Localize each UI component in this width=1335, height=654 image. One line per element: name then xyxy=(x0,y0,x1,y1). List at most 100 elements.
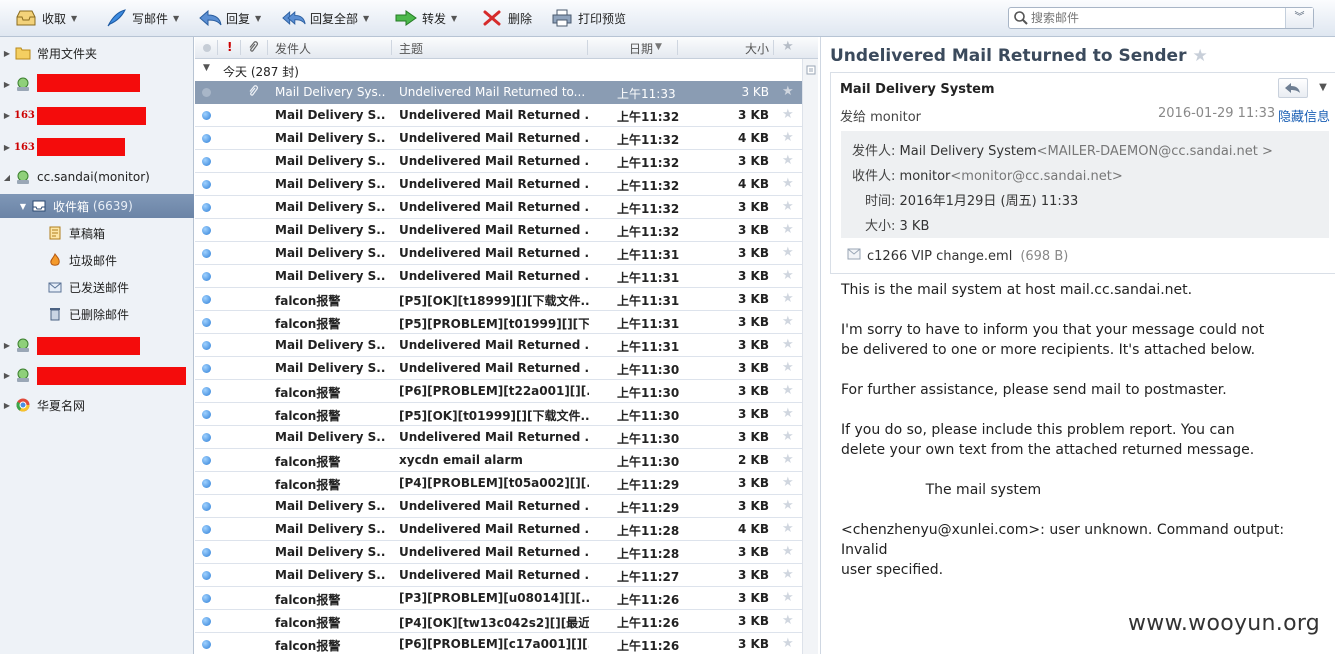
reply-all-button[interactable]: 回复全部 ▼ xyxy=(282,6,369,30)
unread-dot-icon[interactable] xyxy=(202,134,211,143)
message-row[interactable]: falcon报警 [P3][PROBLEM][u08014][][... 上午11:… xyxy=(195,587,802,610)
chevron-down-icon[interactable]: ▼ xyxy=(173,14,179,23)
message-row[interactable]: Mail Delivery S... Undelivered Mail Retur… xyxy=(195,426,802,449)
scroll-grip-icon[interactable] xyxy=(806,64,816,75)
sidebar-item-common-folders[interactable]: ▶ 常用文件夹 xyxy=(0,41,194,65)
receive-button[interactable]: 收取 ▼ xyxy=(14,6,77,30)
star-icon[interactable]: ★ xyxy=(782,337,794,352)
star-icon[interactable]: ★ xyxy=(782,452,794,467)
size-column-header[interactable]: 大小 xyxy=(745,40,769,57)
message-row[interactable]: falcon报警 xycdn email alarm 上午11:30 2 KB ★ xyxy=(195,449,802,472)
unread-dot-icon[interactable] xyxy=(202,433,211,442)
star-icon[interactable]: ★ xyxy=(782,521,794,536)
message-row[interactable]: Mail Delivery S... Undelivered Mail Retur… xyxy=(195,518,802,541)
star-icon[interactable]: ★ xyxy=(782,590,794,605)
star-icon[interactable]: ★ xyxy=(782,245,794,260)
unread-dot-icon[interactable] xyxy=(202,640,211,649)
collapse-arrow-icon[interactable]: ▼ xyxy=(16,202,30,211)
message-row[interactable]: Mail Delivery S... Undelivered Mail Retur… xyxy=(195,495,802,518)
search-options-chevron-icon[interactable]: ︾ xyxy=(1285,8,1313,28)
message-row[interactable]: Mail Delivery S... Undelivered Mail Retur… xyxy=(195,242,802,265)
more-actions-chevron-icon[interactable]: ▼ xyxy=(1311,78,1335,98)
unread-dot-icon[interactable] xyxy=(202,617,211,626)
compose-button[interactable]: 写邮件 ▼ xyxy=(104,6,179,30)
attachment-column-icon[interactable] xyxy=(247,40,259,57)
attachment-name[interactable]: c1266 VIP change.eml xyxy=(867,249,1012,264)
star-icon[interactable]: ★ xyxy=(782,544,794,559)
message-row[interactable]: Mail Delivery Sys... Undelivered Mail Ret… xyxy=(195,81,802,104)
message-row[interactable]: falcon报警 [P5][OK][t18999][][下载文件... 上午11:3… xyxy=(195,288,802,311)
unread-dot-icon[interactable] xyxy=(202,226,211,235)
message-row[interactable]: Mail Delivery S... Undelivered Mail Retur… xyxy=(195,219,802,242)
message-row[interactable]: Mail Delivery S... Undelivered Mail Retur… xyxy=(195,196,802,219)
vertical-scrollbar[interactable] xyxy=(802,59,818,654)
forward-button[interactable]: 转发 ▼ xyxy=(394,6,457,30)
subject-column-header[interactable]: 主题 xyxy=(399,40,423,57)
to-address[interactable]: <monitor@cc.sandai.net> xyxy=(950,169,1122,184)
unread-dot-icon[interactable] xyxy=(202,479,211,488)
date-column-header[interactable]: 日期 xyxy=(629,40,653,57)
chevron-down-icon[interactable]: ▼ xyxy=(451,14,457,23)
sidebar-account-monitor[interactable]: ◢ cc.sandai(monitor) xyxy=(0,165,194,189)
unread-dot-icon[interactable] xyxy=(202,341,211,350)
sidebar-item-inbox[interactable]: ▼ 收件箱 (6639) xyxy=(0,194,194,218)
star-icon[interactable]: ★ xyxy=(782,613,794,628)
unread-dot-icon[interactable] xyxy=(202,571,211,580)
expand-arrow-icon[interactable]: ▶ xyxy=(0,143,14,152)
star-column-icon[interactable]: ★ xyxy=(782,39,794,54)
unread-dot-icon[interactable] xyxy=(202,364,211,373)
chevron-down-icon[interactable]: ▼ xyxy=(71,14,77,23)
unread-dot-icon[interactable] xyxy=(202,272,211,281)
expand-arrow-icon[interactable]: ▶ xyxy=(0,341,14,350)
sidebar-item-drafts[interactable]: 草稿箱 xyxy=(0,221,194,245)
expand-arrow-icon[interactable]: ▶ xyxy=(0,371,14,380)
message-row[interactable]: Mail Delivery S... Undelivered Mail Retur… xyxy=(195,541,802,564)
priority-column-icon[interactable]: ! xyxy=(227,40,232,54)
star-icon[interactable]: ★ xyxy=(782,84,794,99)
star-icon[interactable]: ★ xyxy=(782,107,794,122)
star-icon[interactable]: ★ xyxy=(782,199,794,214)
star-icon[interactable]: ★ xyxy=(782,314,794,329)
attachment-item[interactable]: c1266 VIP change.eml (698 B) xyxy=(847,247,1068,265)
star-icon[interactable]: ★ xyxy=(782,567,794,582)
message-row[interactable]: Mail Delivery S... Undelivered Mail Retur… xyxy=(195,104,802,127)
unread-dot-icon[interactable] xyxy=(202,295,211,304)
unread-dot-icon[interactable] xyxy=(202,548,211,557)
star-icon[interactable]: ★ xyxy=(1192,46,1207,66)
sort-down-icon[interactable]: ▼ xyxy=(655,42,662,52)
delete-button[interactable]: 删除 xyxy=(480,6,532,30)
collapse-arrow-icon[interactable]: ◢ xyxy=(0,173,14,182)
sidebar-item-sent[interactable]: 已发送邮件 xyxy=(0,275,194,299)
star-icon[interactable]: ★ xyxy=(782,222,794,237)
unread-dot-icon[interactable] xyxy=(202,157,211,166)
from-address[interactable]: <MAILER-DAEMON@cc.sandai.net > xyxy=(1037,144,1273,159)
date-group-row[interactable]: ▼ 今天 (287 封) xyxy=(195,59,802,81)
unread-dot-icon[interactable] xyxy=(202,249,211,258)
sidebar-item-junk[interactable]: 垃圾邮件 xyxy=(0,248,194,272)
star-icon[interactable]: ★ xyxy=(782,130,794,145)
message-row[interactable]: Mail Delivery S... Undelivered Mail Retur… xyxy=(195,150,802,173)
star-icon[interactable]: ★ xyxy=(782,153,794,168)
read-status-column-icon[interactable] xyxy=(202,42,212,56)
message-row[interactable]: falcon报警 [P5][PROBLEM][t01999][][下... 上午11… xyxy=(195,311,802,334)
from-column-header[interactable]: 发件人 xyxy=(275,40,311,57)
unread-dot-icon[interactable] xyxy=(202,525,211,534)
quick-reply-button[interactable] xyxy=(1278,78,1308,98)
expand-arrow-icon[interactable]: ▶ xyxy=(0,111,14,120)
message-row[interactable]: Mail Delivery S... Undelivered Mail Retur… xyxy=(195,357,802,380)
star-icon[interactable]: ★ xyxy=(782,429,794,444)
print-preview-button[interactable]: 打印预览 xyxy=(550,6,626,30)
star-icon[interactable]: ★ xyxy=(782,475,794,490)
message-row[interactable]: Mail Delivery S... Undelivered Mail Retur… xyxy=(195,265,802,288)
expand-arrow-icon[interactable]: ▶ xyxy=(0,80,14,89)
expand-arrow-icon[interactable]: ▶ xyxy=(0,401,14,410)
message-row[interactable]: falcon报警 [P4][PROBLEM][t05a002][][... 上午11… xyxy=(195,472,802,495)
chevron-down-icon[interactable]: ▼ xyxy=(255,14,261,23)
unread-dot-icon[interactable] xyxy=(202,387,211,396)
message-row[interactable]: Mail Delivery S... Undelivered Mail Retur… xyxy=(195,334,802,357)
message-row[interactable]: falcon报警 [P5][OK][t01999][][下载文件... 上午11:3… xyxy=(195,403,802,426)
expand-arrow-icon[interactable]: ▶ xyxy=(0,49,14,58)
search-input[interactable] xyxy=(1031,9,1287,27)
collapse-arrow-icon[interactable]: ▼ xyxy=(203,63,210,73)
star-icon[interactable]: ★ xyxy=(782,268,794,283)
